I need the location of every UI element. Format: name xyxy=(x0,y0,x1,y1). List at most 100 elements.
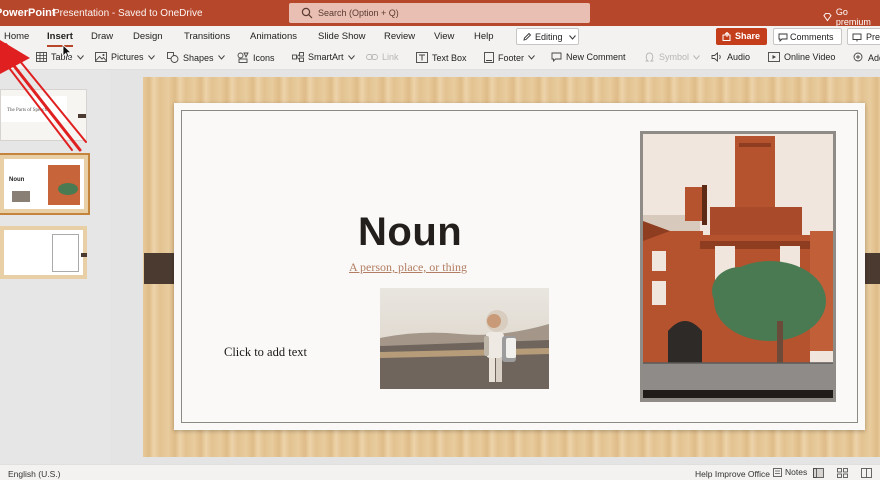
slide-title[interactable]: Noun xyxy=(358,210,462,255)
tab-slide-show[interactable]: Slide Show xyxy=(318,31,366,42)
text-box-label: Text Box xyxy=(432,52,467,63)
editing-mode-label: Editing xyxy=(535,32,563,42)
present-label: Present xyxy=(866,32,880,42)
tab-animations[interactable]: Animations xyxy=(250,31,297,42)
pictures-label: Pictures xyxy=(111,52,144,62)
brick-building-illustration[interactable] xyxy=(640,131,836,402)
share-icon xyxy=(722,32,731,41)
thumbnail-2-tree xyxy=(58,183,78,195)
chevron-down-icon xyxy=(147,54,155,60)
comment-icon xyxy=(778,33,788,42)
link-button[interactable]: Link xyxy=(366,52,399,62)
normal-view-icon[interactable] xyxy=(813,468,824,478)
link-icon xyxy=(366,54,378,60)
reading-view-icon[interactable] xyxy=(861,468,872,478)
thumbnail-1-tab xyxy=(78,114,86,118)
tab-transitions[interactable]: Transitions xyxy=(184,31,230,42)
notes-label: Notes xyxy=(785,467,808,477)
thumbnail-3-tab xyxy=(81,253,87,257)
slide-subtitle[interactable]: A person, place, or thing xyxy=(349,260,467,275)
add-ins-icon xyxy=(853,52,863,62)
thumbnail-3-frame xyxy=(52,234,79,272)
search-placeholder: Search (Option + Q) xyxy=(318,8,399,18)
tab-insert[interactable]: Insert xyxy=(47,31,73,47)
app-name[interactable]: PowerPoint xyxy=(0,7,56,19)
add-ins-label: Add-ins xyxy=(868,52,880,63)
new-comment-button[interactable]: New Comment xyxy=(551,52,626,62)
pencil-icon xyxy=(523,32,532,41)
share-label: Share xyxy=(735,31,761,41)
add-ins-button[interactable]: Add-ins xyxy=(853,52,880,63)
tab-review[interactable]: Review xyxy=(384,31,415,42)
table-icon xyxy=(36,52,47,62)
icons-button[interactable]: Icons xyxy=(237,52,275,63)
insert-toolbar: Table Pictures Shapes Icons SmartArt Lin… xyxy=(0,48,880,70)
table-button[interactable]: Table xyxy=(36,52,84,62)
slide-sorter-icon[interactable] xyxy=(837,468,848,478)
astronaut-child-photo[interactable] xyxy=(380,288,549,389)
text-box-button[interactable]: Text Box xyxy=(416,52,467,63)
icons-icon xyxy=(237,52,249,63)
footer-label: Footer xyxy=(498,52,525,63)
notes-button[interactable]: Notes xyxy=(773,467,807,477)
title-bar: PowerPoint Presentation - Saved to OneDr… xyxy=(0,0,880,27)
chevron-down-icon xyxy=(217,55,225,60)
status-bar: English (U.S.) Help Improve Office Notes xyxy=(0,464,880,480)
chevron-down-icon xyxy=(569,35,576,40)
notes-icon xyxy=(773,467,782,477)
tab-draw[interactable]: Draw xyxy=(91,31,113,42)
editing-mode-dropdown[interactable]: Editing xyxy=(516,28,579,45)
smartart-button[interactable]: SmartArt xyxy=(292,52,355,62)
omega-icon xyxy=(645,52,654,62)
tab-design[interactable]: Design xyxy=(133,31,163,42)
ribbon-tabs: Home Insert Draw Design Transitions Anim… xyxy=(0,26,880,48)
present-icon xyxy=(852,33,862,42)
speaker-icon xyxy=(711,52,721,62)
symbol-label: Symbol xyxy=(659,52,690,62)
chevron-down-icon xyxy=(528,55,535,60)
slide-thumbnail-1[interactable]: The Parts of Speech xyxy=(0,89,87,141)
text-placeholder[interactable]: Click to add text xyxy=(224,345,307,360)
go-premium-link[interactable]: Go premium xyxy=(823,7,880,27)
thumbnail-2-title: Noun xyxy=(9,177,25,183)
chevron-down-icon xyxy=(76,54,84,60)
smartart-icon xyxy=(292,52,304,62)
help-improve-office-link[interactable]: Help Improve Office xyxy=(695,469,770,479)
shapes-icon xyxy=(167,52,179,63)
search-input[interactable]: Search (Option + Q) xyxy=(289,3,590,23)
footer-button[interactable]: Footer xyxy=(484,52,535,63)
thumbnail-1-title: The Parts of Speech xyxy=(7,108,48,113)
footer-icon xyxy=(484,52,494,63)
link-label: Link xyxy=(382,52,399,62)
pictures-button[interactable]: Pictures xyxy=(95,52,155,62)
picture-icon xyxy=(95,52,107,62)
mouse-cursor-icon xyxy=(62,44,72,59)
audio-label: Audio xyxy=(727,52,751,62)
text-box-icon xyxy=(416,52,428,63)
chevron-down-icon xyxy=(347,54,355,60)
tab-view[interactable]: View xyxy=(434,31,454,42)
language-indicator[interactable]: English (U.S.) xyxy=(8,469,60,479)
online-video-button[interactable]: Online Video xyxy=(768,52,835,62)
document-status[interactable]: Presentation - Saved to OneDrive xyxy=(53,8,203,19)
smartart-label: SmartArt xyxy=(308,52,344,62)
tab-home[interactable]: Home xyxy=(4,31,29,42)
search-icon xyxy=(301,7,313,19)
shapes-label: Shapes xyxy=(183,52,214,63)
slide-thumbnail-2[interactable]: Noun xyxy=(0,153,90,215)
slide-thumbnail-3[interactable] xyxy=(0,226,87,279)
comments-button[interactable]: Comments xyxy=(773,28,842,45)
tab-help[interactable]: Help xyxy=(474,31,494,42)
video-icon xyxy=(768,52,780,62)
new-comment-icon xyxy=(551,52,562,62)
shapes-button[interactable]: Shapes xyxy=(167,52,225,63)
share-button[interactable]: Share xyxy=(716,28,767,45)
go-premium-label: Go premium xyxy=(835,7,871,27)
symbol-button[interactable]: Symbol xyxy=(644,52,700,62)
diamond-icon xyxy=(823,12,832,22)
present-button[interactable]: Present xyxy=(847,28,880,45)
icons-label: Icons xyxy=(253,52,275,63)
thumbnail-2-photo xyxy=(12,191,30,202)
chevron-down-icon xyxy=(693,54,700,60)
audio-button[interactable]: Audio xyxy=(711,52,750,62)
